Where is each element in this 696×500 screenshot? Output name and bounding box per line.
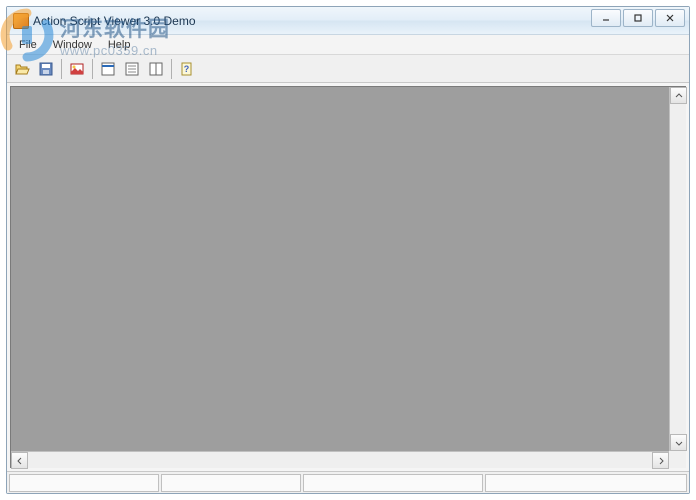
open-icon bbox=[14, 61, 30, 77]
menu-help[interactable]: Help bbox=[100, 37, 139, 53]
help-button[interactable]: ? bbox=[176, 58, 198, 80]
menubar: File Window Help bbox=[7, 35, 689, 55]
view-icon bbox=[100, 61, 116, 77]
view2-button[interactable] bbox=[121, 58, 143, 80]
vertical-scrollbar[interactable] bbox=[669, 87, 686, 451]
toolbar: ? bbox=[7, 55, 689, 83]
close-icon bbox=[665, 13, 675, 23]
chevron-down-icon bbox=[675, 439, 683, 447]
menu-window[interactable]: Window bbox=[45, 37, 100, 53]
maximize-icon bbox=[633, 13, 643, 23]
scroll-down-button[interactable] bbox=[670, 434, 687, 451]
horizontal-scrollbar[interactable] bbox=[11, 451, 669, 468]
close-button[interactable] bbox=[655, 9, 685, 27]
mdi-client-area bbox=[10, 86, 686, 468]
scroll-track[interactable] bbox=[670, 104, 686, 434]
window-title: Action Script Viewer 3.0 Demo bbox=[33, 14, 196, 28]
help-icon: ? bbox=[179, 61, 195, 77]
image-button[interactable] bbox=[66, 58, 88, 80]
scroll-track[interactable] bbox=[28, 452, 652, 468]
status-panel-4 bbox=[485, 474, 687, 492]
save-button[interactable] bbox=[35, 58, 57, 80]
status-panel-3 bbox=[303, 474, 483, 492]
chevron-right-icon bbox=[657, 457, 665, 465]
open-button[interactable] bbox=[11, 58, 33, 80]
svg-text:?: ? bbox=[184, 64, 190, 74]
view3-button[interactable] bbox=[145, 58, 167, 80]
window-controls bbox=[591, 9, 685, 27]
list-icon bbox=[124, 61, 140, 77]
minimize-button[interactable] bbox=[591, 9, 621, 27]
view1-button[interactable] bbox=[97, 58, 119, 80]
chevron-left-icon bbox=[16, 457, 24, 465]
chevron-up-icon bbox=[675, 92, 683, 100]
app-icon bbox=[13, 13, 29, 29]
toolbar-separator bbox=[92, 59, 93, 79]
scroll-up-button[interactable] bbox=[670, 87, 687, 104]
scroll-left-button[interactable] bbox=[11, 452, 28, 469]
minimize-icon bbox=[601, 13, 611, 23]
scroll-right-button[interactable] bbox=[652, 452, 669, 469]
app-window: Action Script Viewer 3.0 Demo File Windo… bbox=[6, 6, 690, 494]
save-icon bbox=[38, 61, 54, 77]
client-wrap bbox=[7, 83, 689, 471]
toolbar-separator bbox=[171, 59, 172, 79]
toolbar-separator bbox=[61, 59, 62, 79]
titlebar[interactable]: Action Script Viewer 3.0 Demo bbox=[7, 7, 689, 35]
statusbar bbox=[7, 471, 689, 493]
status-panel-1 bbox=[9, 474, 159, 492]
panel-icon bbox=[148, 61, 164, 77]
image-icon bbox=[69, 61, 85, 77]
status-panel-2 bbox=[161, 474, 301, 492]
menu-file[interactable]: File bbox=[11, 37, 45, 53]
maximize-button[interactable] bbox=[623, 9, 653, 27]
scroll-corner bbox=[669, 451, 686, 468]
